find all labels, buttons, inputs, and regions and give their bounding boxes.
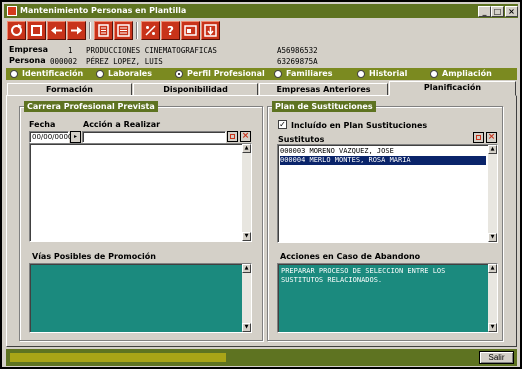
- radio-icon[interactable]: [357, 70, 365, 78]
- toolbar-separator: [136, 22, 138, 39]
- empresa-name: PRODUCCIONES CINEMATOGRAFICAS: [86, 46, 217, 55]
- vias-scrollbar[interactable]: ▲ ▼: [242, 264, 251, 332]
- acciones-textarea[interactable]: PREPARAR PROCESO DE SELECCION ENTRE LOS …: [277, 263, 498, 333]
- acciones-text: PREPARAR PROCESO DE SELECCION ENTRE LOS …: [281, 267, 446, 284]
- date-picker-button[interactable]: ▸: [70, 131, 81, 143]
- scroll-up-icon[interactable]: ▲: [242, 144, 251, 153]
- main-window: Mantenimiento Personas en Plantilla _ □ …: [0, 0, 522, 369]
- scroll-down-icon[interactable]: ▼: [488, 233, 497, 242]
- list-item[interactable]: 000003 MORENO VAZQUEZ, JOSE: [280, 147, 486, 156]
- new-icon[interactable]: [27, 21, 46, 40]
- sustitutos-label: Sustitutos: [278, 135, 325, 144]
- sustituciones-group: Plan de Sustituciones ✓ Incluído en Plan…: [267, 101, 503, 341]
- sustituciones-title: Plan de Sustituciones: [272, 101, 376, 112]
- vias-label: Vías Posibles de Promoción: [32, 252, 156, 261]
- minimize-button[interactable]: _: [478, 6, 491, 17]
- option-perfil-profesional[interactable]: Perfil Profesional: [175, 68, 265, 80]
- radio-icon[interactable]: [10, 70, 18, 78]
- empresa-code: 1: [68, 46, 73, 55]
- toolbar: ?: [4, 19, 518, 43]
- list-icon[interactable]: [94, 21, 113, 40]
- list-item-selected[interactable]: 000004 MERLO MONTES, ROSA MARIA: [280, 156, 486, 165]
- salir-button[interactable]: Salir: [479, 351, 514, 364]
- acciones-label: Acciones en Caso de Abandono: [280, 252, 421, 261]
- document-icon[interactable]: [114, 21, 133, 40]
- carrera-group: Carrera Profesional Prevista Fecha Acció…: [19, 101, 263, 341]
- fecha-header: Fecha: [29, 120, 56, 129]
- radio-selected-icon[interactable]: [175, 70, 183, 78]
- title-bar: Mantenimiento Personas en Plantilla _ □ …: [4, 4, 518, 18]
- arrow-left-icon[interactable]: [47, 21, 66, 40]
- arrow-right-icon[interactable]: [67, 21, 86, 40]
- carrera-list[interactable]: ▲ ▼: [29, 143, 252, 242]
- section-selector: Identificación Laborales Perfil Profesio…: [6, 68, 517, 80]
- window-title: Mantenimiento Personas en Plantilla: [20, 6, 187, 15]
- maximize-button[interactable]: □: [491, 6, 504, 17]
- accion-header: Acción a Realizar: [83, 120, 161, 129]
- percent-icon[interactable]: [141, 21, 160, 40]
- progress-bar: [10, 353, 226, 362]
- option-laborales[interactable]: Laborales: [96, 68, 152, 80]
- vias-textarea[interactable]: ▲ ▼: [29, 263, 252, 333]
- refresh-icon[interactable]: [7, 21, 26, 40]
- help-icon[interactable]: ?: [161, 21, 180, 40]
- fecha-input[interactable]: 00/00/0000: [29, 131, 72, 143]
- radio-icon[interactable]: [96, 70, 104, 78]
- sustitutos-scrollbar[interactable]: ▲ ▼: [488, 145, 497, 242]
- option-ampliacion[interactable]: Ampliación: [430, 68, 492, 80]
- empresa-nif: A56986532: [277, 46, 318, 55]
- delete-icon[interactable]: ×: [486, 132, 497, 143]
- edit-icon[interactable]: [473, 132, 484, 143]
- tab-panel-planificacion: Carrera Profesional Prevista Fecha Acció…: [6, 95, 517, 347]
- delete-icon[interactable]: ×: [240, 131, 251, 142]
- option-familiares[interactable]: Familiares: [274, 68, 333, 80]
- tab-planificacion[interactable]: Planificación: [389, 81, 516, 96]
- svg-text:?: ?: [167, 24, 174, 38]
- persona-label: Persona: [9, 56, 46, 65]
- radio-icon[interactable]: [274, 70, 282, 78]
- accion-input[interactable]: [82, 131, 226, 143]
- persona-nif: 63269875A: [277, 57, 318, 66]
- carrera-title: Carrera Profesional Prevista: [24, 101, 158, 112]
- scroll-up-icon[interactable]: ▲: [488, 264, 497, 273]
- close-button[interactable]: ×: [505, 6, 518, 17]
- persona-code: 000002: [50, 57, 78, 66]
- scroll-down-icon[interactable]: ▼: [242, 232, 251, 241]
- carrera-scrollbar[interactable]: ▲ ▼: [242, 144, 251, 241]
- option-historial[interactable]: Historial: [357, 68, 407, 80]
- scroll-down-icon[interactable]: ▼: [488, 323, 497, 332]
- edit-icon[interactable]: [227, 131, 238, 142]
- acciones-scrollbar[interactable]: ▲ ▼: [488, 264, 497, 332]
- export-icon[interactable]: [201, 21, 220, 40]
- empresa-label: Empresa: [9, 45, 49, 54]
- incluido-checkbox[interactable]: ✓: [278, 120, 287, 129]
- persona-name: PÉREZ LOPEZ, LUIS: [86, 57, 163, 66]
- toolbar-separator: [89, 22, 91, 39]
- window-icon[interactable]: [181, 21, 200, 40]
- scroll-down-icon[interactable]: ▼: [242, 323, 251, 332]
- sustitutos-list[interactable]: 000003 MORENO VAZQUEZ, JOSE 000004 MERLO…: [277, 144, 498, 243]
- radio-icon[interactable]: [430, 70, 438, 78]
- option-identificacion[interactable]: Identificación: [10, 68, 83, 80]
- app-icon: [7, 6, 17, 16]
- scroll-up-icon[interactable]: ▲: [488, 145, 497, 154]
- scroll-up-icon[interactable]: ▲: [242, 264, 251, 273]
- incluido-label: Incluído en Plan Sustituciones: [291, 121, 428, 130]
- status-bar: Salir: [6, 349, 517, 366]
